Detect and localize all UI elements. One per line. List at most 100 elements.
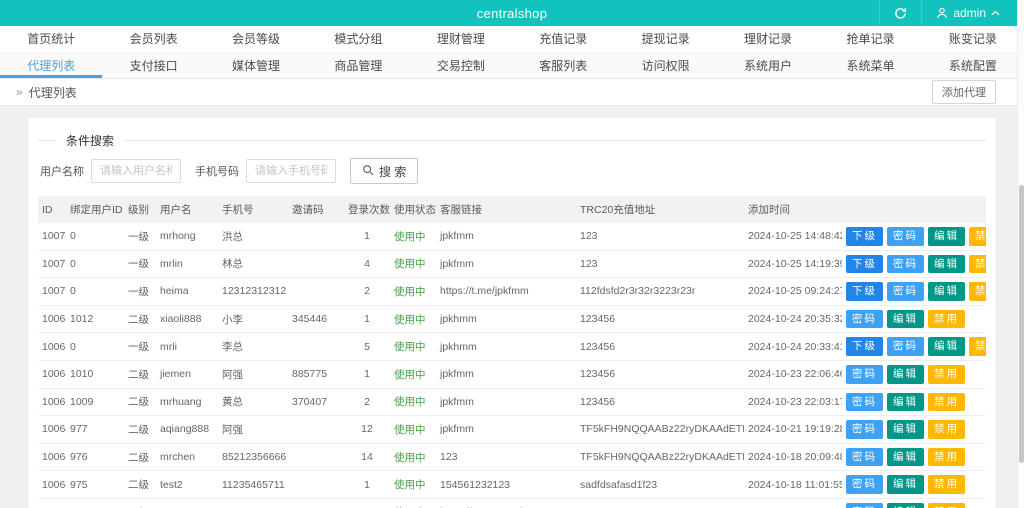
cell-level: 二级 — [124, 470, 156, 499]
cell-service_link: 123 — [436, 443, 576, 472]
cell-username: test2 — [156, 470, 218, 499]
action-button-编辑[interactable]: 编辑 — [928, 337, 965, 356]
nav-item-媒体管理[interactable]: 媒体管理 — [205, 53, 307, 78]
action-button-下级[interactable]: 下级 — [846, 282, 883, 301]
action-button-编辑[interactable]: 编辑 — [887, 392, 924, 412]
cell-id: 10071 — [38, 250, 66, 279]
nav-item-支付接口[interactable]: 支付接口 — [102, 53, 204, 78]
action-button-密码[interactable]: 密码 — [846, 420, 883, 439]
nav-item-充值记录[interactable]: 充值记录 — [512, 26, 614, 52]
action-button-编辑[interactable]: 编辑 — [887, 364, 924, 384]
nav-item-抢单记录[interactable]: 抢单记录 — [819, 26, 921, 52]
action-button-密码[interactable]: 密码 — [846, 309, 883, 329]
cell-login_count: 5 — [344, 332, 390, 361]
cell-status: 使用中 — [390, 470, 436, 499]
cell-trc20_address: 123 — [576, 250, 744, 279]
action-button-编辑[interactable]: 编辑 — [887, 502, 924, 508]
action-button-禁用[interactable]: 禁用 — [928, 475, 965, 494]
nav-item-会员等级[interactable]: 会员等级 — [205, 26, 307, 52]
add-agent-button[interactable]: 添加代理 — [932, 80, 996, 104]
cell-username: mrhuang — [156, 388, 218, 417]
nav-item-模式分组[interactable]: 模式分组 — [307, 26, 409, 52]
action-button-禁用[interactable]: 禁用 — [969, 254, 986, 274]
action-button-密码[interactable]: 密码 — [846, 447, 883, 467]
nav-item-理财记录[interactable]: 理财记录 — [717, 26, 819, 52]
action-button-禁用[interactable]: 禁用 — [969, 227, 986, 246]
action-button-禁用[interactable]: 禁用 — [928, 364, 965, 384]
action-button-禁用[interactable]: 禁用 — [928, 420, 965, 439]
action-button-密码[interactable]: 密码 — [846, 502, 883, 508]
action-button-编辑[interactable]: 编辑 — [928, 282, 965, 301]
nav-item-账变记录[interactable]: 账变记录 — [922, 26, 1024, 52]
cell-id: 10062 — [38, 498, 66, 508]
action-button-编辑[interactable]: 编辑 — [887, 420, 924, 439]
action-button-编辑[interactable]: 编辑 — [928, 254, 965, 274]
action-button-密码[interactable]: 密码 — [846, 392, 883, 412]
search-button[interactable]: 搜 索 — [350, 158, 419, 184]
action-button-禁用[interactable]: 禁用 — [969, 282, 986, 301]
action-button-禁用[interactable]: 禁用 — [928, 447, 965, 467]
cell-service_link: 154561232123 — [436, 470, 576, 499]
cell-bind_user_id: 977 — [66, 415, 124, 444]
nav-item-系统用户[interactable]: 系统用户 — [717, 53, 819, 78]
username-input[interactable] — [91, 159, 181, 183]
nav-item-首页统计[interactable]: 首页统计 — [0, 26, 102, 52]
cell-bind_user_id: 1012 — [66, 305, 124, 334]
cell-username: mrchen — [156, 443, 218, 472]
table-row: 100720一级mrhong洪总 1 使用中 jpkfmm1232024-10-25 … — [38, 223, 986, 251]
action-button-密码[interactable]: 密码 — [887, 227, 924, 246]
action-button-下级[interactable]: 下级 — [846, 254, 883, 274]
nav-item-提现记录[interactable]: 提现记录 — [614, 26, 716, 52]
cell-bind_user_id: 0 — [66, 223, 124, 251]
action-button-编辑[interactable]: 编辑 — [887, 475, 924, 494]
nav-item-代理列表[interactable]: 代理列表 — [0, 53, 102, 78]
action-button-密码[interactable]: 密码 — [887, 282, 924, 301]
cell-created_at: 2024-10-24 20:35:32 — [744, 305, 842, 334]
status-badge: 使用中 — [394, 341, 426, 354]
cell-actions: 下级密码编辑禁用 — [842, 277, 986, 306]
cell-phone: 阿强 — [218, 360, 288, 389]
action-button-编辑[interactable]: 编辑 — [887, 447, 924, 467]
nav-item-客服列表[interactable]: 客服列表 — [512, 53, 614, 78]
nav-item-系统配置[interactable]: 系统配置 — [922, 53, 1024, 78]
phone-input[interactable] — [246, 159, 336, 183]
nav-item-交易控制[interactable]: 交易控制 — [410, 53, 512, 78]
nav-item-访问权限[interactable]: 访问权限 — [614, 53, 716, 78]
action-button-编辑[interactable]: 编辑 — [887, 309, 924, 329]
action-button-下级[interactable]: 下级 — [846, 337, 883, 356]
cell-status: 使用中 — [390, 250, 436, 279]
status-badge: 使用中 — [394, 368, 426, 381]
cell-invite_code — [288, 250, 344, 279]
cell-bind_user_id: 975 — [66, 470, 124, 499]
action-button-编辑[interactable]: 编辑 — [928, 227, 965, 246]
action-button-密码[interactable]: 密码 — [887, 254, 924, 274]
action-button-下级[interactable]: 下级 — [846, 227, 883, 246]
refresh-button[interactable] — [879, 0, 921, 26]
agent-table: ID 绑定用户ID 级别 用户名 手机号 邀请码 登录次数 使用状态 客服链接 TRC20充值地址… — [38, 196, 986, 508]
breadcrumb-bar: » 代理列表 添加代理 — [0, 79, 1024, 106]
action-button-密码[interactable]: 密码 — [846, 475, 883, 494]
user-menu[interactable]: admin — [921, 0, 1014, 26]
scrollbar-thumb[interactable] — [1019, 185, 1024, 463]
action-button-密码[interactable]: 密码 — [887, 337, 924, 356]
cell-phone: 洪总 — [218, 223, 288, 251]
nav-item-理财管理[interactable]: 理财管理 — [410, 26, 512, 52]
cell-actions: 下级密码编辑禁用 — [842, 250, 986, 279]
cell-service_link: https://www.google.com — [436, 498, 576, 508]
cell-status: 使用中 — [390, 443, 436, 472]
column-header-ID: ID — [38, 196, 66, 223]
nav-item-系统菜单[interactable]: 系统菜单 — [819, 53, 921, 78]
status-badge: 使用中 — [394, 285, 426, 298]
cell-username: mrli — [156, 332, 218, 361]
cell-username: xiaoli888 — [156, 305, 218, 334]
nav-item-商品管理[interactable]: 商品管理 — [307, 53, 409, 78]
cell-actions: 下级密码编辑禁用 — [842, 332, 986, 361]
cell-id: 10063 — [38, 470, 66, 499]
action-button-密码[interactable]: 密码 — [846, 364, 883, 384]
nav-item-会员列表[interactable]: 会员列表 — [102, 26, 204, 52]
action-button-禁用[interactable]: 禁用 — [969, 337, 986, 356]
action-button-禁用[interactable]: 禁用 — [928, 309, 965, 329]
action-button-禁用[interactable]: 禁用 — [928, 392, 965, 412]
scrollbar-track[interactable] — [1017, 0, 1024, 508]
action-button-禁用[interactable]: 禁用 — [928, 502, 965, 508]
